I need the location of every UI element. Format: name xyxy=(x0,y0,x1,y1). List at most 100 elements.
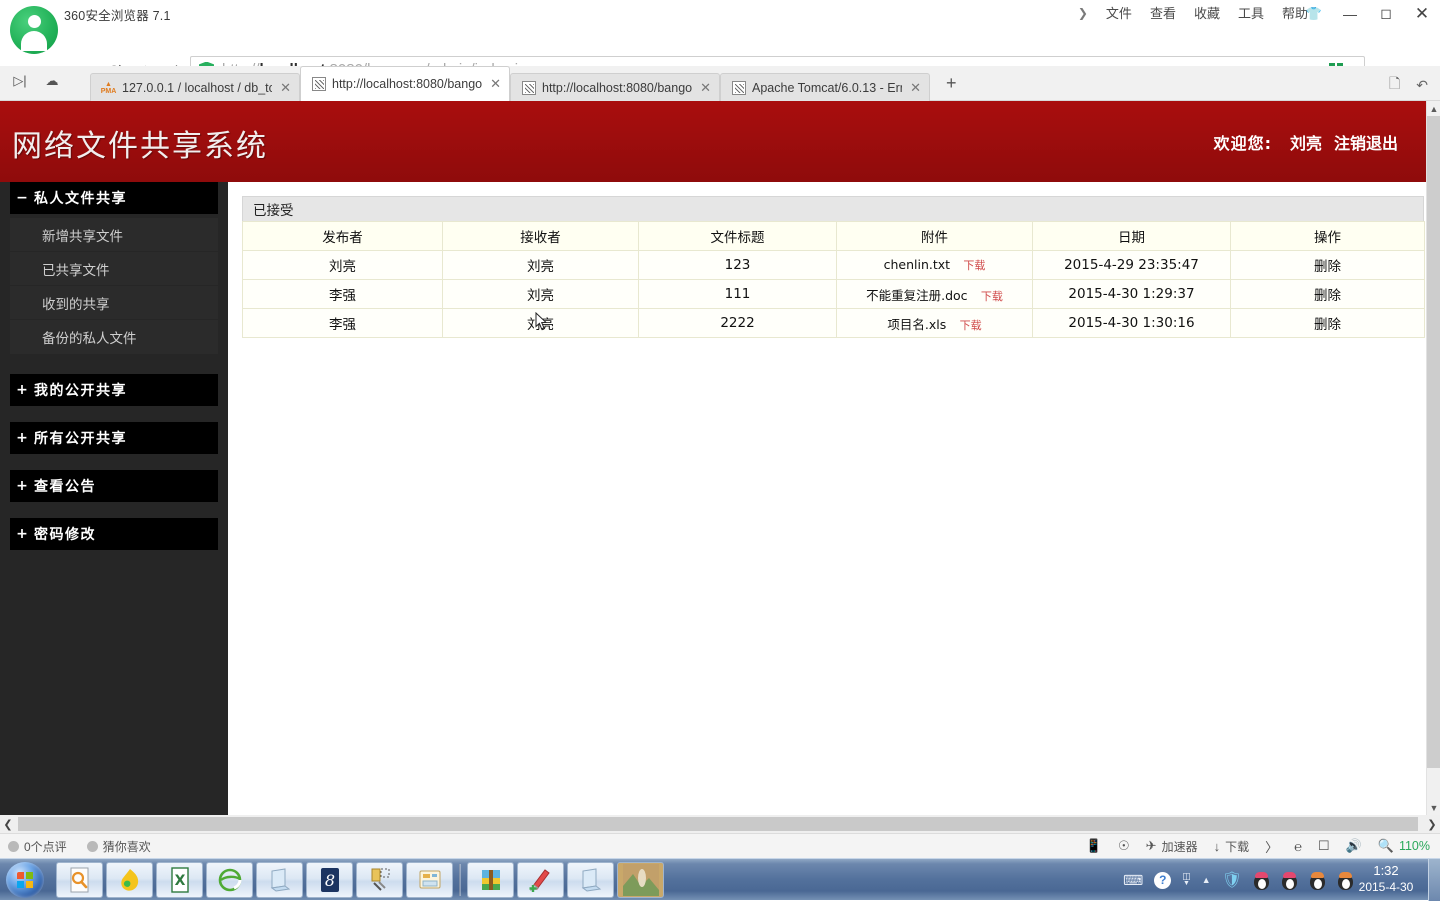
sidebar-item-new-share[interactable]: 新增共享文件 xyxy=(10,218,218,252)
tabstrip-left-icons: ▷| ☁ xyxy=(10,73,62,89)
menu-file[interactable]: 文件 xyxy=(1106,3,1132,22)
delete-button[interactable]: 删除 xyxy=(1230,250,1425,280)
attachment-name: 项目名.xls xyxy=(887,316,947,332)
close-icon[interactable]: ✕ xyxy=(698,80,713,96)
screenshot-tool-icon[interactable] xyxy=(356,862,403,898)
zoom-control[interactable]: 🔍 110% xyxy=(1378,838,1430,854)
maximize-icon[interactable]: ◻ xyxy=(1368,0,1404,27)
menu-view[interactable]: 查看 xyxy=(1150,3,1176,22)
window-icon[interactable]: ☐ xyxy=(1318,838,1330,854)
page-vertical-scrollbar[interactable]: ▲ ▼ xyxy=(1426,101,1440,815)
cell-file-title[interactable]: 111 xyxy=(638,279,837,309)
mobile-icon[interactable]: 📱 xyxy=(1086,838,1102,854)
close-icon[interactable]: ✕ xyxy=(908,80,923,96)
speaker-icon[interactable]: 🔊 xyxy=(1346,838,1362,854)
scroll-down-arrow-icon[interactable]: ▼ xyxy=(1427,800,1440,815)
cloud-icon[interactable]: ☁ xyxy=(42,73,62,89)
accepted-shares-table: 发布者 接收者 文件标题 附件 日期 操作 刘亮 刘亮 123 chenlin.… xyxy=(242,221,1425,338)
notepad-icon[interactable] xyxy=(256,862,303,898)
music-icon[interactable] xyxy=(106,862,153,898)
close-icon[interactable]: ✕ xyxy=(278,80,293,96)
recommend-button[interactable]: 猜你喜欢 xyxy=(86,838,151,855)
ie-icon[interactable]: ℮ xyxy=(1294,839,1302,854)
notepad2-icon[interactable] xyxy=(567,862,614,898)
close-icon[interactable]: ✕ xyxy=(488,76,503,92)
compass-icon[interactable]: ☉ xyxy=(1118,838,1130,854)
tab-phpmyadmin[interactable]: ▲ PMA 127.0.0.1 / localhost / db_to ✕ xyxy=(90,73,300,101)
skin-shirt-icon[interactable]: 👕 xyxy=(1296,0,1332,27)
undo-icon[interactable]: ↶ xyxy=(1416,77,1428,94)
tab-bangong-active[interactable]: http://localhost:8080/bango ✕ xyxy=(300,66,510,101)
horizontal-scroll-thumb[interactable] xyxy=(18,817,1418,831)
download-link[interactable]: 下载 xyxy=(981,290,1003,303)
cell-receiver: 刘亮 xyxy=(442,279,639,309)
browser-logo-avatar xyxy=(10,6,58,54)
logout-link[interactable]: 注销退出 xyxy=(1334,130,1398,154)
qq-penguin-orange-2[interactable] xyxy=(1337,871,1354,890)
welcome-area: 欢迎您: 刘亮 注销退出 xyxy=(1214,130,1398,154)
add-note-icon[interactable] xyxy=(517,862,564,898)
excel-icon[interactable]: X xyxy=(156,862,203,898)
security-shield-icon[interactable]: 🛡 xyxy=(1222,870,1242,890)
download-link[interactable]: 下载 xyxy=(963,259,985,272)
sidebar-toggle-icon[interactable]: ▷| xyxy=(10,73,30,89)
search-file-icon[interactable] xyxy=(56,862,103,898)
start-button[interactable] xyxy=(6,862,44,898)
menu-favorites[interactable]: 收藏 xyxy=(1194,3,1220,22)
tab-apache-tomcat[interactable]: Apache Tomcat/6.0.13 - Errc ✕ xyxy=(720,73,930,101)
sidebar-item-all-public-share[interactable]: + 所有公开共享 xyxy=(10,422,218,454)
folder-icon[interactable] xyxy=(406,862,453,898)
vertical-scroll-thumb[interactable] xyxy=(1427,116,1440,768)
sidebar-item-private-share[interactable]: − 私人文件共享 xyxy=(10,182,218,214)
windows-taskbar: X 8 ⌨ ? ◫ ▼ ▲ 🛡 1:32 2015-4-30 xyxy=(0,858,1440,901)
menu-gap xyxy=(0,362,228,374)
cell-receiver: 刘亮 xyxy=(442,250,639,280)
accelerator-button[interactable]: ✈ 加速器 xyxy=(1146,838,1198,855)
scroll-left-arrow-icon[interactable]: ❮ xyxy=(0,815,16,833)
help-icon[interactable]: ? xyxy=(1154,871,1172,889)
new-tab-button[interactable]: + xyxy=(938,73,965,94)
accepted-shares-panel: 已接受 发布者 接收者 文件标题 附件 日期 操作 刘亮 刘亮 123 chen… xyxy=(242,196,1425,338)
flag-icon[interactable]: 〉 xyxy=(1265,837,1278,856)
network-icon[interactable]: ◫ ▼ xyxy=(1182,872,1191,888)
ie-browser-icon[interactable] xyxy=(206,862,253,898)
page-horizontal-scrollbar[interactable]: ❮ ❯ xyxy=(0,815,1440,833)
chevron-right-icon[interactable]: ❯ xyxy=(1078,6,1088,20)
qq-penguin-orange-1[interactable] xyxy=(1309,871,1326,890)
keyboard-icon[interactable]: ⌨ xyxy=(1123,872,1143,889)
minimize-icon[interactable]: — xyxy=(1332,0,1368,27)
winrar-icon[interactable] xyxy=(467,862,514,898)
show-hidden-icons-icon[interactable]: ▲ xyxy=(1202,875,1211,885)
search-icon: 🔍 xyxy=(1377,838,1394,853)
download-button[interactable]: ↓ 下载 xyxy=(1214,838,1250,855)
sidebar-item-received-shares[interactable]: 收到的共享 xyxy=(10,286,218,320)
scroll-right-arrow-icon[interactable]: ❯ xyxy=(1424,815,1440,833)
cell-file-title[interactable]: 123 xyxy=(638,250,837,280)
scroll-up-arrow-icon[interactable]: ▲ xyxy=(1427,101,1440,116)
restore-tab-icon[interactable]: 🗋 xyxy=(1389,73,1400,97)
delete-button[interactable]: 删除 xyxy=(1230,279,1425,309)
expand-plus-icon: + xyxy=(16,526,28,542)
sidebar-item-label: 我的公开共享 xyxy=(34,383,127,399)
sidebar-item-shared-files[interactable]: 已共享文件 xyxy=(10,252,218,286)
download-link[interactable]: 下载 xyxy=(960,319,982,332)
taskbar-clock[interactable]: 1:32 2015-4-30 xyxy=(1356,863,1416,895)
photo-icon[interactable] xyxy=(617,862,664,898)
sidebar-item-backup-private-files[interactable]: 备份的私人文件 xyxy=(10,320,218,354)
tab-bangong-2[interactable]: http://localhost:8080/bango ✕ xyxy=(510,73,720,101)
cell-attachment: chenlin.txt 下载 xyxy=(836,250,1033,280)
sidebar-item-change-password[interactable]: + 密码修改 xyxy=(10,518,218,550)
expand-plus-icon: + xyxy=(16,478,28,494)
eight-icon[interactable]: 8 xyxy=(306,862,353,898)
close-icon[interactable]: ✕ xyxy=(1404,0,1440,27)
column-date: 日期 xyxy=(1032,221,1231,251)
sidebar-item-announcements[interactable]: + 查看公告 xyxy=(10,470,218,502)
sidebar-item-my-public-share[interactable]: + 我的公开共享 xyxy=(10,374,218,406)
show-desktop-button[interactable] xyxy=(1428,859,1440,901)
comments-button[interactable]: 0个点评 xyxy=(8,838,67,855)
qq-penguin-pink-2[interactable] xyxy=(1281,871,1298,890)
menu-tools[interactable]: 工具 xyxy=(1238,3,1264,22)
delete-button[interactable]: 删除 xyxy=(1230,308,1425,338)
qq-penguin-pink-1[interactable] xyxy=(1253,871,1270,890)
cell-file-title[interactable]: 2222 xyxy=(638,308,837,338)
